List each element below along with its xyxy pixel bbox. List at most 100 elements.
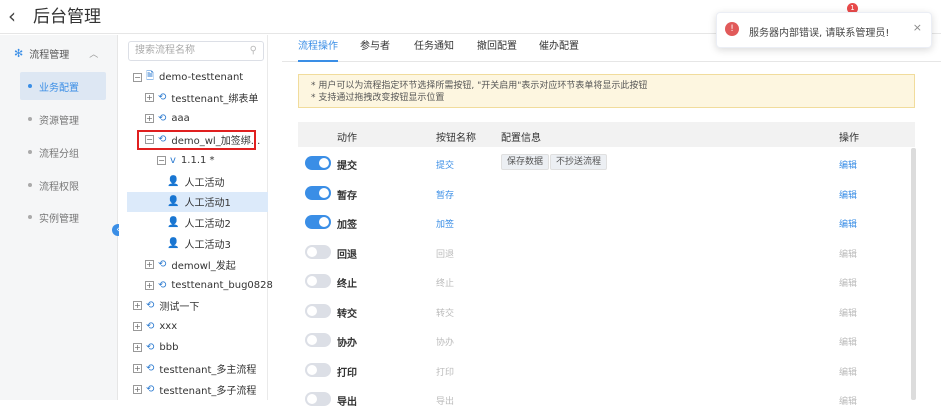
collapse-icon[interactable]: − [133,72,142,82]
tree-node-label: 人工活动1 [184,198,231,210]
nav-item-resource[interactable]: 资源管理 [20,105,106,133]
tab-urge-config[interactable]: 催办配置 [539,35,579,62]
tree-node[interactable]: 👤 人工活动2 [167,213,231,233]
enable-toggle[interactable] [305,392,331,406]
edit-link[interactable]: 编辑 [839,306,857,319]
button-name: 暂存 [436,190,455,201]
tree-node[interactable]: + ⟲ bbb [133,337,178,357]
button-name: 打印 [436,367,455,378]
search-placeholder: 搜索流程名称 [135,45,195,56]
flow-icon: ⟲ [158,258,167,270]
tree-node[interactable]: 👤 人工活动 [167,171,224,191]
expand-icon[interactable]: + [133,342,142,352]
button-name: 终止 [436,279,455,289]
tree-node-label: xxx [159,321,178,333]
edit-link[interactable]: 编辑 [839,276,857,289]
expand-icon[interactable]: + [145,259,154,269]
edit-link[interactable]: 编辑 [839,158,857,171]
flow-icon: ⟲ [158,279,167,291]
table-row: 暂存 暂存 编辑 [298,178,915,208]
tree-node-label: testtenant_多子流程 [159,385,257,397]
sidebar: ✻ 流程管理 ︿ 业务配置 资源管理 流程分组 流程权限 实例管理 [0,35,118,400]
enable-toggle[interactable] [305,244,331,259]
action-name: 协办 [337,338,357,349]
expand-icon[interactable]: + [145,280,154,290]
expand-icon[interactable]: + [133,363,142,373]
tree-node[interactable]: + ⟲ 测试一下 [133,296,199,316]
tree-node[interactable]: + ⟲ testtenant_多子流程 [133,379,256,399]
action-name: 提交 [337,161,357,172]
scrollbar[interactable] [911,148,916,400]
expand-icon[interactable]: + [133,301,142,311]
flow-icon: ⟲ [158,92,167,104]
tree-node[interactable]: + ⟲ xxx [133,317,177,337]
edit-link[interactable]: 编辑 [839,247,857,260]
tree-node-label: 测试一下 [159,302,200,314]
notice-box: * 用户可以为流程指定环节选择所需按钮, "开关启用"表示对应环节表单将显示此按… [298,74,915,108]
tab-task-notice[interactable]: 任务通知 [414,35,454,62]
edit-link[interactable]: 编辑 [839,335,857,348]
flow-icon: ⟲ [146,383,155,395]
tab-withdraw-config[interactable]: 撤回配置 [477,35,517,62]
nav-group-label: 流程管理 [29,49,70,61]
expand-icon[interactable]: + [133,322,142,332]
enable-toggle[interactable] [305,274,331,288]
edit-link[interactable]: 编辑 [839,394,857,407]
nav-item-business-config[interactable]: 业务配置 [20,72,106,100]
tree-node[interactable]: + ⟲ testtenant_绑表单 [145,88,258,108]
flow-icon: ⟲ [146,362,155,374]
user-icon: 👤 [167,196,180,208]
action-name: 终止 [337,279,357,290]
nav-item-label: 流程权限 [39,181,79,193]
tree-node[interactable]: 👤 人工活动3 [167,233,231,253]
tree-node[interactable]: + ⟲ demowl_发起 [145,254,236,274]
action-name: 加签 [337,220,357,231]
tree-node[interactable]: + ⟲ testtenant_多主流程 [133,358,256,378]
nav-group-flow-management[interactable]: ✻ 流程管理 ︿ [14,45,98,61]
flow-tree-panel: 搜索流程名称 ⚲ − 🗎 demo-testtenant + ⟲ testtenant_绑… [119,35,273,400]
header-button-name: 按钮名称 [436,133,476,144]
nav-item-label: 实例管理 [39,213,79,225]
chevron-up-icon: ︿ [89,49,99,60]
search-icon[interactable]: ⚲ [250,42,257,60]
back-arrow-icon[interactable]: ‹ [8,5,16,27]
tree-node[interactable]: + ⟲ aaa [145,109,190,129]
expand-icon[interactable]: + [145,114,154,124]
flow-icon: ⟲ [146,341,155,353]
user-icon: 👤 [167,217,180,229]
flow-icon: ⟲ [146,321,155,333]
enable-toggle[interactable] [305,185,331,200]
enable-toggle[interactable] [305,303,331,318]
tree-node[interactable]: − 🗎 demo-testtenant [133,67,243,87]
button-name: 回退 [436,249,455,260]
edit-link[interactable]: 编辑 [839,188,857,201]
tree-node[interactable]: + ⟲ testtenant_bug0828 [145,275,273,295]
settings-icon: ✻ [14,46,24,60]
tab-flow-operation[interactable]: 流程操作 [298,35,338,62]
enable-toggle[interactable] [305,333,331,347]
nav-item-instance[interactable]: 实例管理 [20,203,106,231]
edit-link[interactable]: 编辑 [839,365,857,378]
doc-icon: 🗎 [146,70,155,82]
tab-participant[interactable]: 参与者 [360,35,390,62]
edit-link[interactable]: 编辑 [839,217,857,230]
tree-node-label: demowl_发起 [171,260,236,272]
enable-toggle[interactable] [305,362,331,377]
tree-node[interactable]: 👤 人工活动1 [127,191,268,212]
expand-icon[interactable]: + [133,384,142,394]
table-row: 协办 协办 编辑 [298,325,915,355]
nav-item-permission[interactable]: 流程权限 [20,171,106,199]
expand-icon[interactable]: + [145,93,154,103]
enable-toggle[interactable] [305,156,331,170]
action-name: 转交 [337,308,357,320]
config-tag: 保存数据 [501,154,550,170]
tree-search-input[interactable]: 搜索流程名称 ⚲ [128,41,264,61]
button-name: 导出 [436,397,455,407]
tree-node[interactable]: − v 1.1.1 * [157,150,215,170]
nav-item-group[interactable]: 流程分组 [20,138,106,166]
collapse-icon[interactable]: − [157,155,166,165]
user-icon: 👤 [167,237,180,249]
enable-toggle[interactable] [305,215,331,229]
close-icon[interactable]: × [913,21,922,34]
config-tag: 不抄送流程 [550,154,608,170]
